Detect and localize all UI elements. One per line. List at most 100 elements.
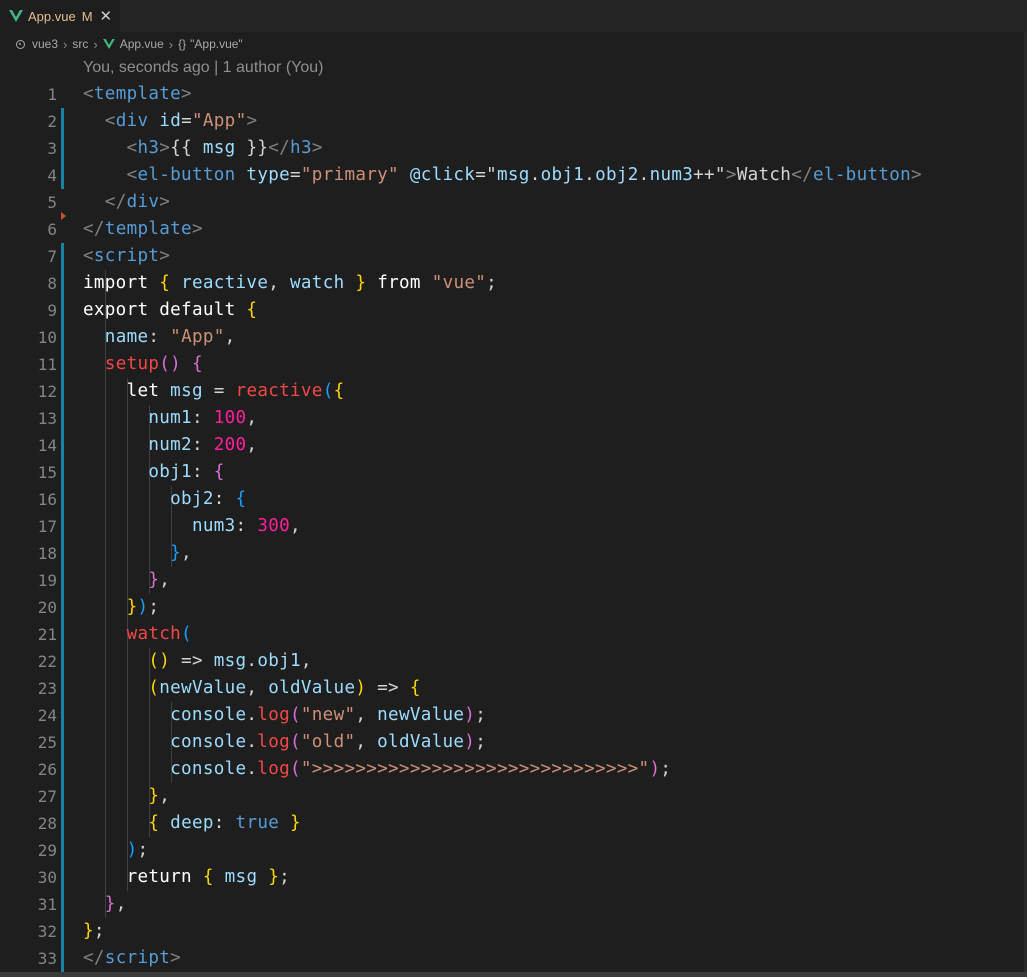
tab-filename: App.vue [28,8,76,24]
code-line[interactable]: 6 </template> [0,216,1027,243]
breadcrumb-item-vue3[interactable]: vue3 [32,37,58,51]
code-token: : [235,516,258,536]
code-token: setup [104,354,160,374]
code-line[interactable]: 21 watch( [0,621,1027,648]
code-line[interactable]: 26 console.log(">>>>>>>>>>>>>>>>>>>>>>>>… [0,756,1027,783]
code-line[interactable]: 19 }, [0,567,1027,594]
code-line[interactable]: 10 name: "App", [0,324,1027,351]
code-token: = [290,165,301,185]
code-line[interactable]: 5 </div> [0,189,1027,216]
code-token: ">>>>>>>>>>>>>>>>>>>>>>>>>>>>>>" [300,759,650,779]
code-line[interactable]: 16 obj2: { [0,486,1027,513]
code-token: ( [289,759,301,779]
code-token: , [159,570,171,590]
code-token: obj2 [595,165,639,185]
code-token: h3 [137,138,160,158]
code-line[interactable]: 22 () => msg.obj1, [0,648,1027,675]
code-token: , [355,732,378,752]
code-token: ) [464,705,476,725]
code-text: return { msg }; [83,864,290,891]
code-line[interactable]: 14 num2: 200, [0,432,1027,459]
code-token: console [170,759,247,779]
code-text: }, [83,891,127,918]
line-number: 21 [37,625,57,644]
breadcrumb-item-symbol[interactable]: "App.vue" [190,37,243,51]
code-token: ) [126,840,138,860]
code-token: < [126,165,138,185]
code-line[interactable]: 9 export default { [0,297,1027,324]
code-line[interactable]: 32}; [0,918,1027,945]
line-number: 26 [37,760,57,779]
breadcrumb-item-src[interactable]: src [72,37,88,51]
breadcrumb-item-file[interactable]: App.vue [120,37,164,51]
code-token: } [83,921,94,941]
code-line[interactable]: 15 obj1: { [0,459,1027,486]
code-editor[interactable]: 1 <template> 2 <div id="App"> 3 <h3>{{ msg … [0,81,1027,972]
code-line[interactable]: 20 }); [0,594,1027,621]
code-line[interactable]: 3 <h3>{{ msg }}</h3> [0,135,1027,162]
code-token: > [911,165,922,185]
code-token: msg [170,381,203,401]
code-line[interactable]: 2 <div id="App"> [0,108,1027,135]
code-line[interactable]: 28 { deep: true } [0,810,1027,837]
code-token: : [191,408,214,428]
code-text: </div> [83,189,170,216]
line-number: 13 [37,409,57,428]
code-line[interactable]: 25 console.log("old", oldValue); [0,729,1027,756]
code-token: deep [170,813,214,833]
code-token: name [104,327,149,347]
horizontal-scrollbar[interactable] [0,972,1027,977]
code-line[interactable]: 30 return { msg }; [0,864,1027,891]
code-token: ) [355,678,367,698]
code-token: = [202,381,236,401]
vue-icon [9,10,23,22]
code-line[interactable]: 7 <script> [0,243,1027,270]
code-line[interactable]: 4 <el-button type="primary" @click="msg.… [0,162,1027,189]
vue-icon [102,39,115,49]
modified-badge: M [81,8,93,24]
code-line[interactable]: 13 num1: 100, [0,405,1027,432]
code-line[interactable]: 1 <template> [0,81,1027,108]
code-token: , [268,273,291,293]
code-line[interactable]: 33 </script> [0,945,1027,972]
code-token: "primary" [300,165,399,185]
code-text: <template> [83,81,192,108]
code-line[interactable]: 8 import { reactive, watch } from "vue"; [0,270,1027,297]
breadcrumb: vue3 › src › App.vue › {} "App.vue" [16,34,243,54]
code-token: ( [289,732,301,752]
code-token: } [126,597,138,617]
chevron-right-icon: › [168,36,174,52]
code-line[interactable]: 24 console.log("new", newValue); [0,702,1027,729]
line-number: 23 [37,679,57,698]
code-token: "vue" [431,273,487,293]
code-token: , [355,705,378,725]
code-line[interactable]: 11 setup() { [0,351,1027,378]
code-line[interactable]: 27 }, [0,783,1027,810]
code-line[interactable]: 29 ); [0,837,1027,864]
code-text: { deep: true } [83,810,301,837]
code-line[interactable]: 17 num3: 300, [0,513,1027,540]
code-line[interactable]: 31 }, [0,891,1027,918]
code-token: . [529,165,541,185]
code-line[interactable]: 12 let msg = reactive({ [0,378,1027,405]
code-token: , [290,516,301,536]
code-line[interactable]: 18 }, [0,540,1027,567]
code-token: script [93,246,160,266]
tab-app-vue[interactable]: App.vue M ✕ [0,0,120,32]
code-token: let [126,381,160,401]
code-line[interactable]: 23 (newValue, oldValue) => { [0,675,1027,702]
close-icon[interactable]: ✕ [100,8,113,24]
codelens-blame[interactable]: You, seconds ago | 1 author (You) [83,57,323,79]
code-token: el-button [813,165,912,185]
code-text: obj2: { [83,486,246,513]
line-number: 32 [37,922,57,941]
